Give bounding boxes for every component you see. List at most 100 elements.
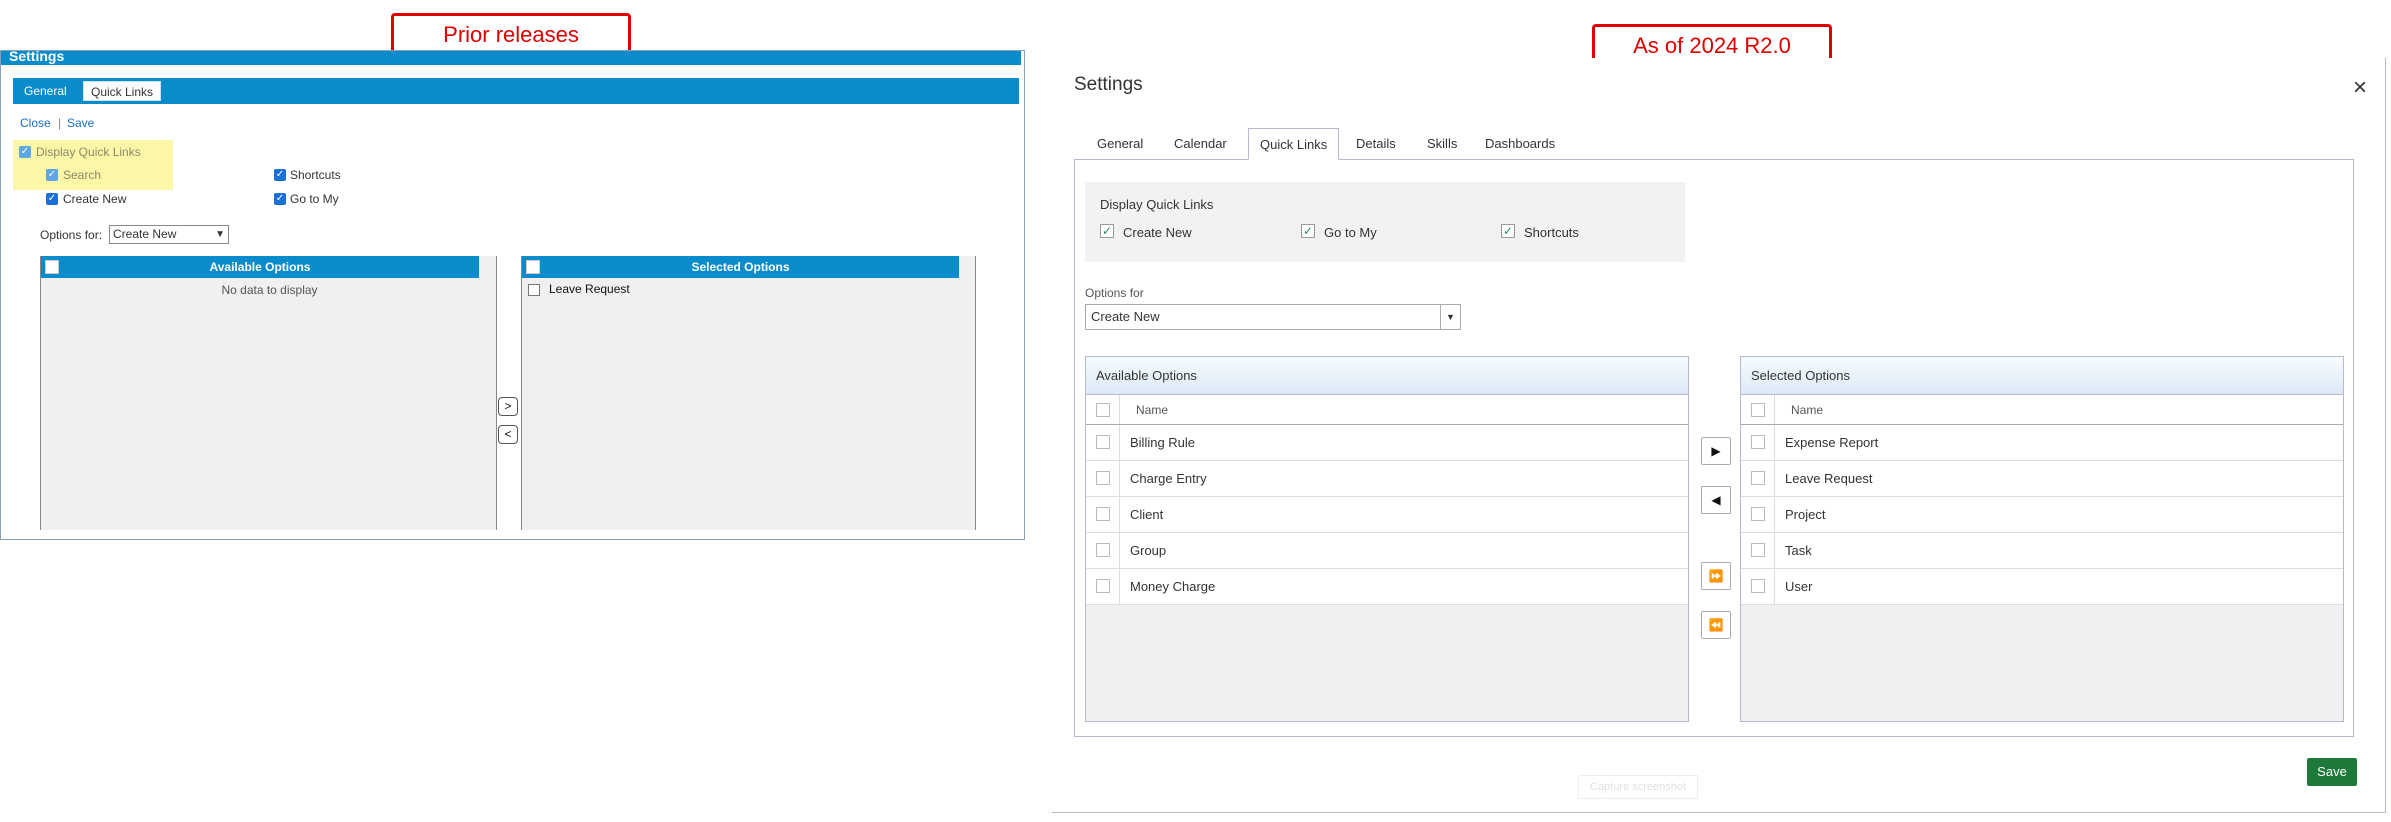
available-select-all-checkbox[interactable] [1096,403,1110,417]
old-shortcuts-checkbox[interactable]: ✓ [274,169,286,181]
checkbox-cell [1086,425,1120,460]
checkbox-cell [1741,461,1775,496]
close-icon[interactable]: × [2353,74,2367,102]
checkbox-cell [1086,533,1120,568]
old-tab-quick-links[interactable]: Quick Links [83,81,162,101]
available-options-header: Available Options [1086,357,1688,395]
move-left-button[interactable]: ◀ [1701,486,1731,514]
table-row[interactable]: Task [1741,533,2343,569]
checkbox-cell [1741,395,1775,424]
old-options-for-value: Create New [113,227,177,241]
row-name: Client [1130,507,1164,522]
old-leave-request-checkbox[interactable] [528,284,540,296]
old-search-checkbox[interactable]: ✓ [46,169,58,181]
table-row[interactable]: Leave Request [1741,461,2343,497]
new-dialog-title: Settings [1074,74,1143,95]
table-row[interactable]: Money Charge [1086,569,1688,605]
row-checkbox[interactable] [1751,471,1765,485]
capture-screenshot-button[interactable]: Capture screenshot [1578,775,1698,799]
table-row[interactable]: Project [1741,497,2343,533]
row-name: Leave Request [1785,471,1873,486]
tab-skills[interactable]: Skills [1416,128,1468,160]
tab-general[interactable]: General [1086,128,1154,160]
old-close-link[interactable]: Close [20,116,51,130]
row-name: Group [1130,543,1167,558]
old-create-new-label: Create New [63,192,127,206]
old-options-for-label: Options for: [40,228,103,242]
checkbox-cell [1086,497,1120,532]
old-selected-options-header: Selected Options [522,256,959,278]
table-row[interactable]: Group [1086,533,1688,569]
go-to-my-label: Go to My [1324,225,1377,240]
old-tab-general[interactable]: General [17,81,74,101]
old-display-quick-links-checkbox[interactable]: ✓ [19,146,31,158]
old-search-label: Search [63,168,102,182]
shortcuts-checkbox[interactable]: ✓ [1501,224,1515,238]
tab-calendar[interactable]: Calendar [1163,128,1238,160]
row-checkbox[interactable] [1751,579,1765,593]
display-quick-links-title: Display Quick Links [1100,197,1214,212]
table-row[interactable]: User [1741,569,2343,605]
row-name: Money Charge [1130,579,1216,594]
old-selected-options-title: Selected Options [691,260,790,274]
row-checkbox[interactable] [1096,471,1110,485]
available-name-column: Name [1136,403,1169,417]
old-move-left-button[interactable]: < [498,425,518,444]
row-name: Billing Rule [1130,435,1196,450]
table-row[interactable]: Charge Entry [1086,461,1688,497]
row-checkbox[interactable] [1096,435,1110,449]
old-create-new-checkbox[interactable]: ✓ [46,193,58,205]
available-options-grid: Available Options Name Billing Rule Char… [1085,356,1689,722]
row-name: User [1785,579,1813,594]
selected-options-grid: Selected Options Name Expense Report Lea… [1740,356,2344,722]
checkbox-cell [1741,497,1775,532]
options-for-label: Options for [1085,286,1144,300]
tab-details[interactable]: Details [1345,128,1407,160]
old-link-separator: | [58,116,62,130]
checkbox-cell [1741,425,1775,460]
create-new-checkbox[interactable]: ✓ [1100,224,1114,238]
go-to-my-checkbox[interactable]: ✓ [1301,224,1315,238]
checkbox-cell [1741,533,1775,568]
old-display-quick-links-label: Display Quick Links [36,145,141,159]
checkbox-cell [1741,569,1775,604]
row-checkbox[interactable] [1096,543,1110,557]
row-checkbox[interactable] [1751,543,1765,557]
row-name: Charge Entry [1130,471,1207,486]
new-settings-dialog: Settings × General Calendar Quick Links … [1052,58,2386,813]
row-checkbox[interactable] [1751,507,1765,521]
old-title-bar: Settings [1,51,1021,65]
row-name: Project [1785,507,1826,522]
checkbox-cell [1086,461,1120,496]
tab-dashboards[interactable]: Dashboards [1474,128,1566,160]
move-right-button[interactable]: ▶ [1701,437,1731,465]
selected-options-header: Selected Options [1741,357,2343,395]
old-available-select-all-checkbox[interactable] [45,260,59,274]
table-row[interactable]: Billing Rule [1086,425,1688,461]
row-checkbox[interactable] [1096,507,1110,521]
old-save-link[interactable]: Save [67,116,94,130]
move-all-right-button[interactable]: ⏩ [1701,562,1731,590]
display-quick-links-section: Display Quick Links ✓ Create New ✓ Go to… [1085,182,1685,262]
available-column-header: Name [1086,395,1688,425]
quick-links-tab-content: Display Quick Links ✓ Create New ✓ Go to… [1074,159,2354,737]
table-row[interactable]: Client [1086,497,1688,533]
save-button[interactable]: Save [2307,758,2357,786]
row-checkbox[interactable] [1751,435,1765,449]
old-available-options-list: Available Options No data to display [40,256,497,530]
options-for-select[interactable]: Create New ▼ [1085,304,1461,330]
selected-select-all-checkbox[interactable] [1751,403,1765,417]
row-checkbox[interactable] [1096,579,1110,593]
old-move-right-button[interactable]: > [498,397,518,416]
old-go-to-my-checkbox[interactable]: ✓ [274,193,286,205]
old-options-for-select[interactable]: Create New ▼ [109,225,229,244]
chevron-down-icon: ▼ [1440,305,1460,329]
old-selected-select-all-checkbox[interactable] [526,260,540,274]
move-all-left-button[interactable]: ⏪ [1701,611,1731,639]
tab-quick-links[interactable]: Quick Links [1248,128,1340,160]
row-name: Expense Report [1785,435,1879,450]
old-tab-strip: General Quick Links [13,78,1019,104]
old-title: Settings [9,51,65,64]
options-for-value: Create New [1091,309,1160,324]
table-row[interactable]: Expense Report [1741,425,2343,461]
